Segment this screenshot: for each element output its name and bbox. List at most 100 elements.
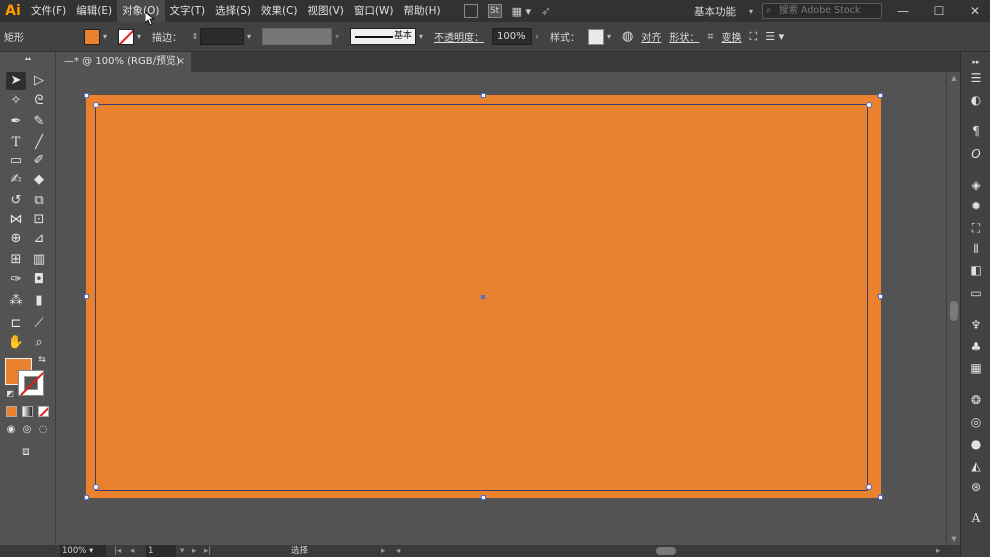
minimize-button[interactable]: —: [888, 4, 918, 18]
artboard-icon[interactable]: ⊏: [6, 315, 26, 333]
lasso-icon[interactable]: ᘓ: [29, 92, 49, 110]
magic-wand-icon[interactable]: ✧: [6, 92, 26, 110]
mesh-icon[interactable]: ⊞: [6, 251, 26, 269]
stepper-icon[interactable]: ⇕: [190, 32, 200, 41]
corner-widget-top-right[interactable]: [866, 102, 872, 108]
previous-artboard-icon[interactable]: ◂: [130, 545, 134, 557]
stroke-icon[interactable]: ◎: [968, 414, 984, 430]
menu-view[interactable]: 视图(V): [303, 0, 349, 22]
stroke-color-box[interactable]: [18, 370, 44, 396]
close-button[interactable]: ✕: [960, 4, 990, 18]
menu-object[interactable]: 对象(O): [117, 0, 165, 22]
next-artboard-icon[interactable]: ▸: [192, 545, 196, 557]
slice-icon[interactable]: ⟋: [29, 315, 49, 333]
shaper-icon[interactable]: ✍: [6, 171, 26, 189]
stock-search-input[interactable]: ⌕ 搜索 Adobe Stock: [762, 3, 882, 19]
fill-swatch[interactable]: [84, 28, 100, 45]
menu-window[interactable]: 窗口(W): [349, 0, 399, 22]
first-artboard-icon[interactable]: |◂: [114, 545, 121, 557]
align-button[interactable]: 对齐: [637, 22, 665, 52]
swatches-icon[interactable]: ▦: [968, 360, 984, 376]
draw-normal-icon[interactable]: ◉: [4, 423, 18, 437]
recolor-icon[interactable]: ◍: [618, 22, 637, 52]
draw-inside-icon[interactable]: ◌: [36, 423, 50, 437]
character-icon[interactable]: A: [968, 510, 984, 526]
selection-handle-top-center[interactable]: [481, 93, 486, 98]
rectangle-icon[interactable]: ▭: [6, 152, 26, 170]
last-artboard-icon[interactable]: ▸|: [204, 545, 211, 557]
navigator-icon[interactable]: ⊛: [968, 479, 984, 495]
gpu-performance-icon[interactable]: ➶: [541, 4, 551, 18]
layers-icon[interactable]: ◈: [968, 177, 984, 193]
eyedropper-icon[interactable]: ✑: [6, 271, 26, 289]
maximize-button[interactable]: ☐: [924, 4, 954, 18]
bridge-icon[interactable]: [463, 4, 478, 18]
chevron-down-icon[interactable]: ▾: [604, 32, 614, 41]
shape-builder-icon[interactable]: ⊕: [6, 230, 26, 248]
appearance-icon[interactable]: ✹: [968, 198, 984, 214]
gradient-icon[interactable]: ▥: [29, 251, 49, 269]
artboard-dropdown-icon[interactable]: ▾: [180, 545, 184, 557]
menu-select[interactable]: 选择(S): [210, 0, 256, 22]
opacity-field[interactable]: 100%: [492, 28, 532, 45]
color-mode-icon[interactable]: [6, 406, 17, 417]
free-transform-icon[interactable]: ⊡: [29, 211, 49, 229]
corner-widget-top-left[interactable]: [93, 102, 99, 108]
shape-label[interactable]: 形状：: [665, 22, 703, 52]
pen-icon[interactable]: ✒: [6, 113, 26, 131]
column-graph-icon[interactable]: ▮: [29, 292, 49, 310]
rotate-icon[interactable]: ↺: [6, 192, 26, 210]
paintbrush-icon[interactable]: ✐: [29, 152, 49, 170]
workspace-switcher[interactable]: 基本功能: [690, 4, 740, 19]
chevron-down-icon[interactable]: ▾: [244, 32, 254, 41]
opentype-icon[interactable]: O: [968, 146, 984, 162]
selection-handle-bottom-right[interactable]: [878, 495, 883, 500]
menu-effect[interactable]: 效果(C): [256, 0, 303, 22]
swap-fill-stroke-icon[interactable]: ⇆: [36, 354, 48, 366]
default-fill-stroke-icon[interactable]: ◩: [4, 388, 16, 400]
zoom-level-field[interactable]: 100% ▾: [60, 545, 106, 557]
scroll-left-icon[interactable]: ◂: [396, 545, 400, 557]
zoom-icon[interactable]: ⌕: [29, 334, 49, 352]
stroke-swatch[interactable]: [118, 28, 134, 45]
symbol-sprayer-icon[interactable]: ⁂: [6, 292, 26, 310]
selection-handle-middle-left[interactable]: [84, 294, 89, 299]
color-icon[interactable]: ◐: [968, 92, 984, 108]
width-icon[interactable]: ⋈: [6, 211, 26, 229]
gradient-mode-icon[interactable]: [22, 406, 33, 417]
menu-edit[interactable]: 编辑(E): [71, 0, 117, 22]
scroll-thumb[interactable]: [950, 301, 958, 321]
color-guide-icon[interactable]: ◭: [968, 458, 984, 474]
document-tab[interactable]: —* @ 100% (RGB/预览) ×: [56, 52, 191, 72]
vertical-scrollbar[interactable]: ▲ ▼: [946, 72, 960, 545]
stroke-weight-field[interactable]: [200, 28, 244, 45]
none-mode-icon[interactable]: [38, 406, 49, 417]
selection-handle-bottom-left[interactable]: [84, 495, 89, 500]
isolate-icon[interactable]: ⛶: [746, 22, 762, 52]
arrange-icon[interactable]: ☰ ▾: [761, 22, 788, 52]
menu-file[interactable]: 文件(F): [26, 0, 71, 22]
chevron-down-icon[interactable]: ▾: [134, 32, 144, 41]
perspective-icon[interactable]: ⊿: [29, 230, 49, 248]
corner-widget-bottom-left[interactable]: [93, 484, 99, 490]
curvature-icon[interactable]: ✎: [29, 113, 49, 131]
panel-grip-icon[interactable]: ▴▴: [10, 56, 46, 62]
line-icon[interactable]: ╱: [29, 134, 49, 152]
chevron-down-icon[interactable]: ▾: [416, 32, 426, 41]
gradient-panel-icon[interactable]: ▭: [968, 285, 984, 301]
selection-icon[interactable]: ➤: [6, 72, 26, 90]
menu-type[interactable]: 文字(T): [165, 0, 211, 22]
chevron-down-icon[interactable]: ▾: [100, 32, 110, 41]
opacity-label[interactable]: 不透明度：: [430, 22, 488, 52]
pathfinder-icon[interactable]: ◧: [968, 262, 984, 278]
scale-icon[interactable]: ⧉: [29, 192, 49, 210]
selection-handle-top-left[interactable]: [84, 93, 89, 98]
chevron-down-icon[interactable]: ▾: [332, 32, 342, 41]
type-icon[interactable]: T: [6, 134, 26, 152]
align-icon[interactable]: ⫴: [968, 241, 984, 257]
brushes-icon[interactable]: ♆: [968, 317, 984, 333]
arrange-documents-icon[interactable]: ▦ ▾: [512, 5, 531, 18]
symbols-icon[interactable]: ♣: [968, 339, 984, 355]
brush-definition[interactable]: 基本: [350, 28, 416, 45]
status-text[interactable]: 选择: [291, 545, 308, 557]
